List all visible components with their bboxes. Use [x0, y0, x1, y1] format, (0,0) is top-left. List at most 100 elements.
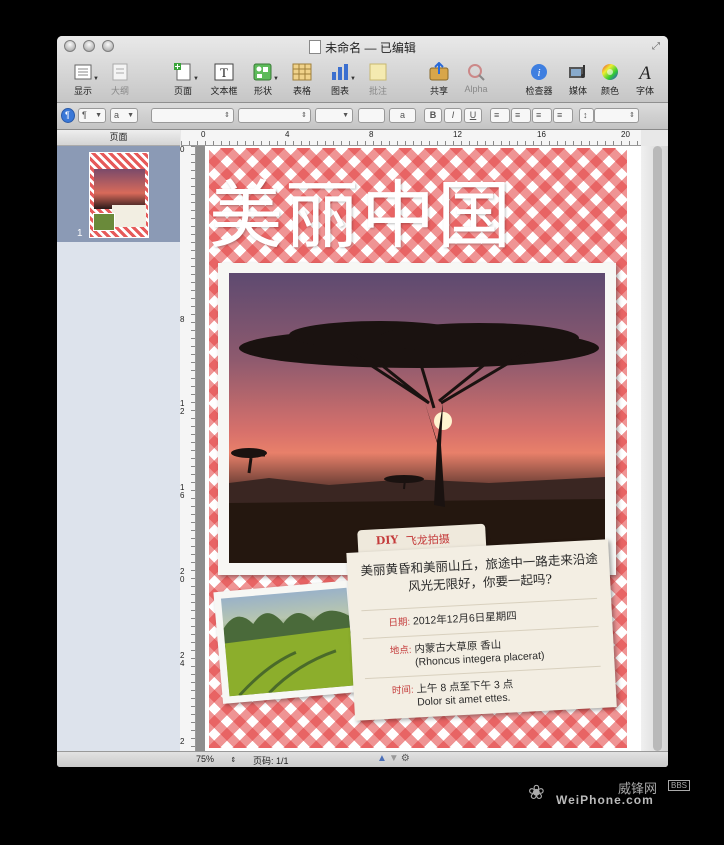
date-value[interactable]: 2012年12月6日星期四: [413, 608, 518, 628]
document-icon: [309, 40, 322, 54]
horizontal-ruler[interactable]: 0 4 8 12 16 20: [181, 130, 641, 146]
table-icon: [292, 63, 312, 81]
fullscreen-icon[interactable]: ⤢: [652, 41, 660, 52]
vertical-ruler[interactable]: 0 8 12 16 20 24 2: [180, 146, 196, 751]
justify-button[interactable]: ≡: [553, 108, 573, 123]
view-icon: [74, 64, 92, 80]
previous-page-icon[interactable]: ▲: [377, 753, 389, 764]
ruler-label: 16: [537, 130, 546, 139]
align-center-icon: ≡: [515, 110, 521, 120]
chevron-down-icon: ▼: [342, 112, 349, 119]
textbox-label: 文本框: [210, 86, 238, 96]
ruler-label: 2: [180, 737, 185, 746]
alpha-label: Alpha: [464, 84, 488, 94]
highlight-color-well[interactable]: a: [389, 108, 416, 123]
small-photo-frame[interactable]: [213, 580, 363, 704]
align-left-button[interactable]: ≡: [490, 108, 510, 123]
format-bar: ¶ ¶ ▼ a ▼ ⇕ ⇕ ▼ a B I U ≡ ≡ ≡ ≡ ↕ ⇕: [57, 103, 668, 130]
chevron-down-icon: ▼: [93, 76, 99, 82]
font-size-field[interactable]: ▼: [315, 108, 353, 123]
view-button[interactable]: ▼ 显示: [63, 62, 103, 97]
updown-icon: ⇕: [224, 112, 230, 119]
page-nav: ▲▼⚙: [377, 753, 412, 764]
ruler-label: 0: [180, 145, 185, 154]
page-title[interactable]: 美丽中国: [209, 156, 513, 263]
sidebar-header: 页面: [57, 130, 180, 146]
style-popup[interactable]: ¶ ▼: [78, 108, 106, 123]
bold-label: B: [429, 110, 437, 120]
share-button[interactable]: 共享: [419, 62, 459, 97]
svg-text:i: i: [537, 67, 540, 79]
chart-button[interactable]: ▼ 图表: [320, 62, 360, 97]
hills-photo: [220, 587, 356, 697]
document-page[interactable]: 美丽中国 DIY 飞龙拍摄 美丽黄昏和美丽山丘，旅途中一路走来沿途风光无限好，你…: [205, 146, 641, 751]
colors-label: 颜色: [600, 86, 619, 96]
svg-text:A: A: [637, 63, 651, 82]
scroll-thumb[interactable]: [653, 146, 662, 751]
fonts-label: 字体: [635, 86, 654, 96]
table-button[interactable]: 表格: [282, 62, 322, 97]
ruler-ticks: [181, 141, 641, 145]
watermark-bbs: BBS: [668, 780, 691, 791]
time-value[interactable]: 上午 8 点至下午 3 点 Dolor sit amet ettes.: [416, 676, 514, 708]
zoom-value: 75%: [196, 754, 215, 764]
align-center-button[interactable]: ≡: [511, 108, 531, 123]
pages-button[interactable]: ▼ 页面: [163, 62, 203, 97]
gear-icon[interactable]: ⚙: [401, 753, 412, 764]
align-left-icon: ≡: [494, 110, 500, 120]
italic-button[interactable]: I: [444, 108, 462, 123]
italic-label: I: [451, 110, 455, 120]
textbox-icon: T: [214, 63, 234, 81]
card-tab-diy: DIY: [375, 533, 399, 548]
updown-icon: ⇕: [301, 112, 307, 119]
paragraph-icon: ¶: [65, 110, 70, 120]
ruler-ticks: [191, 146, 195, 751]
comment-label: 批注: [368, 86, 387, 96]
thumbnail-page-number: 1: [77, 228, 83, 239]
zoom-popup[interactable]: 75% ⇕: [196, 754, 240, 764]
place-value[interactable]: 内蒙古大草原 香山 (Rhoncus integera placerat): [414, 635, 545, 669]
underline-label: U: [469, 110, 477, 120]
chevron-down-icon: ▼: [350, 76, 356, 82]
page-thumbnail-selected[interactable]: 1: [57, 146, 180, 242]
fonts-button[interactable]: A 字体: [625, 62, 665, 97]
view-label: 显示: [73, 86, 92, 96]
ruler-label: 0: [201, 130, 206, 139]
columns-popup[interactable]: ⇕: [594, 108, 639, 123]
place-label: 地点:: [389, 644, 412, 657]
vertical-scrollbar[interactable]: [641, 146, 668, 751]
paragraph-toggle[interactable]: ¶: [61, 108, 75, 123]
line-spacing-button[interactable]: ↕: [579, 108, 594, 123]
shapes-button[interactable]: ▼ 形状: [243, 62, 283, 97]
event-card[interactable]: DIY 飞龙拍摄 美丽黄昏和美丽山丘，旅途中一路走来沿途风光无限好，你要一起吗?…: [345, 517, 617, 721]
ruler-label: 12: [180, 399, 185, 416]
next-page-icon[interactable]: ▼: [389, 753, 401, 764]
page-number: 页码: 1/1: [253, 756, 289, 766]
pages-window: 未命名 — 已编辑 ⤢ ▼ 显示 大纲 ▼ 页面 T 文本框 ▼ 形状 表格 ▼…: [57, 36, 668, 767]
ruler-label: 24: [180, 651, 185, 668]
underline-button[interactable]: U: [464, 108, 482, 123]
justify-icon: ≡: [557, 110, 563, 120]
ruler-label: 20: [180, 567, 185, 584]
font-typeface-popup[interactable]: ⇕: [238, 108, 311, 123]
text-color-well[interactable]: [358, 108, 385, 123]
outline-button[interactable]: 大纲: [100, 62, 140, 97]
comment-button[interactable]: 批注: [358, 62, 398, 97]
char-style-popup[interactable]: a ▼: [110, 108, 138, 123]
style-popup-label: ¶: [82, 110, 87, 120]
watermark-en: WeiPhone.com: [556, 793, 654, 807]
colors-button[interactable]: 颜色: [590, 62, 630, 97]
card-lead-text[interactable]: 美丽黄昏和美丽山丘，旅途中一路走来沿途风光无限好，你要一起吗?: [359, 550, 601, 599]
date-label: 日期:: [388, 616, 411, 629]
alpha-button[interactable]: Alpha: [456, 62, 496, 94]
inspector-button[interactable]: i 检查器: [519, 62, 559, 97]
textbox-button[interactable]: T 文本框: [204, 62, 244, 97]
bold-button[interactable]: B: [424, 108, 442, 123]
window-title: 未命名 — 已编辑: [57, 39, 668, 56]
align-right-button[interactable]: ≡: [532, 108, 552, 123]
status-bar: 75% ⇕ 页码: 1/1 ▲▼⚙: [57, 751, 668, 767]
document-canvas: 美丽中国 DIY 飞龙拍摄 美丽黄昏和美丽山丘，旅途中一路走来沿途风光无限好，你…: [196, 146, 641, 751]
add-page-icon: [174, 63, 191, 81]
font-family-popup[interactable]: ⇕: [151, 108, 234, 123]
page-thumbnail[interactable]: [89, 152, 149, 238]
